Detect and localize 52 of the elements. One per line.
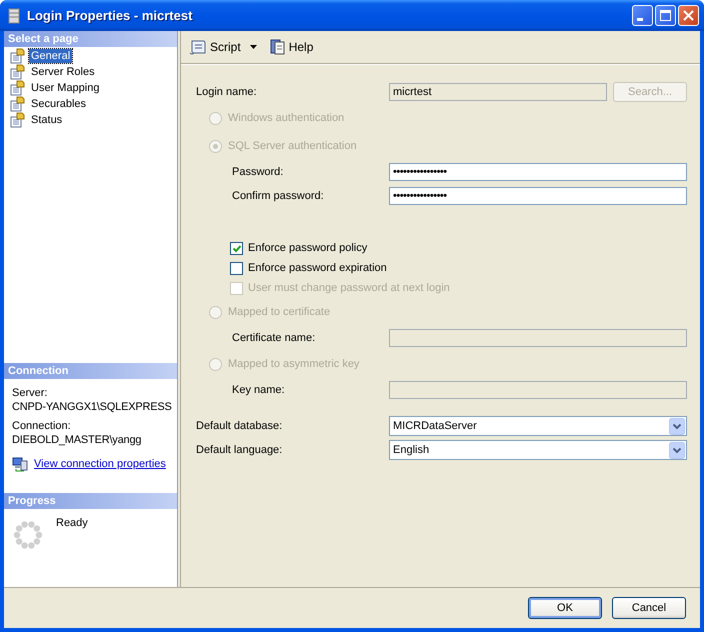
page-item[interactable]: Status bbox=[29, 113, 64, 127]
maximize-icon bbox=[659, 9, 672, 22]
window-title: Login Properties - micrtest bbox=[27, 8, 194, 23]
connection-name: DIEBOLD_MASTER\yangg bbox=[12, 433, 142, 447]
page-icon bbox=[10, 112, 26, 128]
page-item[interactable]: Securables bbox=[29, 97, 88, 111]
caret-icon bbox=[250, 45, 257, 49]
radio-label: Mapped to certificate bbox=[228, 306, 330, 318]
connection-properties-link[interactable]: View connection properties bbox=[34, 458, 166, 470]
close-icon bbox=[682, 9, 695, 22]
minimize-button[interactable] bbox=[632, 5, 653, 26]
field-label: Default language: bbox=[196, 444, 284, 456]
computer-icon bbox=[12, 456, 28, 472]
checkbox-label: User must change password at next login bbox=[248, 282, 450, 294]
radio-label: Mapped to asymmetric key bbox=[228, 358, 360, 370]
help-button[interactable]: Help bbox=[266, 36, 316, 58]
page-icon bbox=[10, 64, 26, 80]
database-dropdown[interactable]: MICRDataServer bbox=[389, 416, 687, 436]
book-icon bbox=[268, 38, 286, 56]
language-dropdown[interactable]: English bbox=[389, 440, 687, 460]
page-item[interactable]: Server Roles bbox=[29, 65, 97, 79]
checkbox-label: Enforce password policy bbox=[248, 242, 368, 254]
checkbox-label: Enforce password expiration bbox=[248, 262, 387, 274]
section-header: Progress bbox=[4, 493, 177, 509]
section-header: Connection bbox=[4, 363, 177, 379]
scroll-icon bbox=[189, 38, 207, 56]
dialog-button[interactable]: Cancel bbox=[612, 597, 686, 619]
page-icon bbox=[10, 48, 26, 64]
field-label: Default database: bbox=[196, 420, 284, 432]
page-icon bbox=[10, 80, 26, 96]
database-icon bbox=[6, 8, 22, 24]
radio-label: SQL Server authentication bbox=[228, 140, 357, 152]
script-button[interactable]: Script bbox=[187, 36, 259, 58]
field-label: Certificate name: bbox=[232, 332, 316, 344]
page-item[interactable]: General bbox=[29, 49, 72, 63]
field-label: Login name: bbox=[196, 86, 258, 98]
server-name: CNPD-YANGGX1\SQLEXPRESS bbox=[12, 400, 172, 414]
minimize-icon bbox=[637, 18, 643, 21]
field-label: Confirm password: bbox=[232, 190, 325, 202]
spinner-icon bbox=[12, 519, 44, 551]
section-header: Select a page bbox=[4, 31, 177, 47]
server-label: Server: bbox=[12, 387, 48, 400]
field-label: Key name: bbox=[232, 384, 286, 396]
maximize-button[interactable] bbox=[655, 5, 676, 26]
radio-label: Windows authentication bbox=[228, 112, 344, 124]
progress-status: Ready bbox=[56, 517, 88, 531]
page-item[interactable]: User Mapping bbox=[29, 81, 102, 95]
dialog-button[interactable]: OK bbox=[528, 597, 602, 619]
field-label: Password: bbox=[232, 166, 284, 178]
close-button[interactable] bbox=[678, 5, 699, 26]
connection-label: Connection: bbox=[12, 420, 72, 433]
page-icon bbox=[10, 96, 26, 112]
